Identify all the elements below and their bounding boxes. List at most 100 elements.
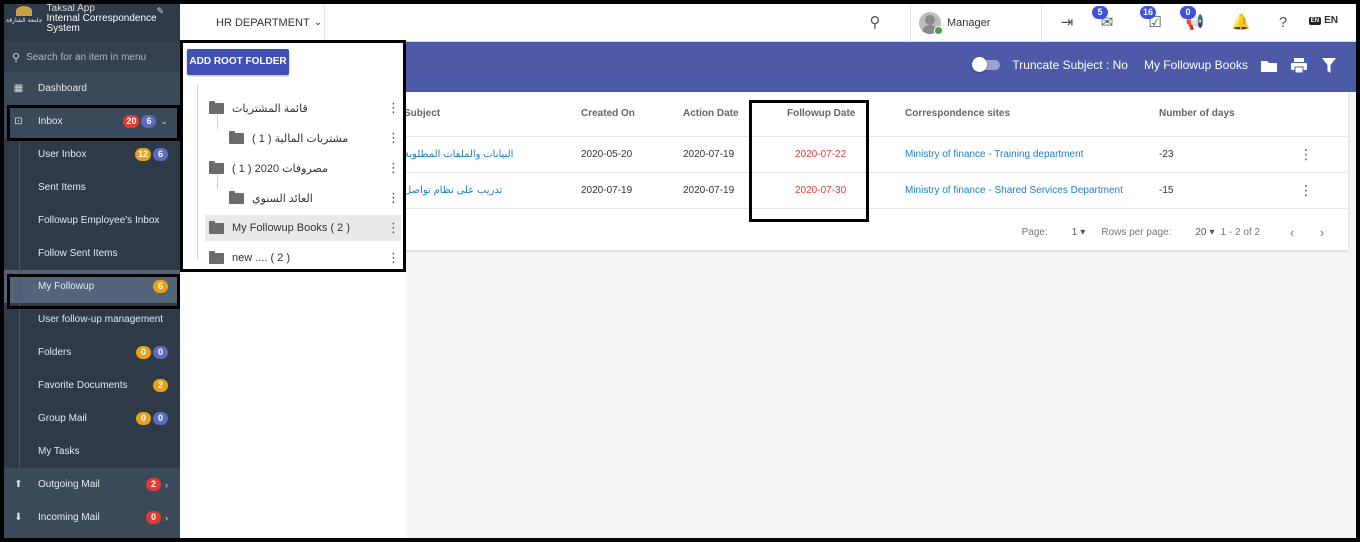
- folder-more-icon[interactable]: ⋮: [387, 130, 400, 146]
- language-selector[interactable]: EN EN: [1308, 15, 1338, 26]
- row-more-icon[interactable]: ⋮: [1299, 182, 1313, 198]
- truncate-subject-label: Truncate Subject : No: [1012, 58, 1128, 72]
- chevron-down-icon: ⌄: [313, 17, 323, 28]
- row-subject[interactable]: تدريب على نظام تواصل: [404, 172, 581, 209]
- column-header-followup-date[interactable]: Followup Date: [787, 92, 905, 137]
- folder-item[interactable]: العائد السنوي ⋮: [225, 185, 401, 211]
- folder-item[interactable]: قائمة المشتريات ⋮: [205, 95, 401, 121]
- sidebar-item-user-followup-management[interactable]: User follow-up management: [4, 303, 180, 336]
- department-selector[interactable]: HR DEPARTMENT ⌄: [216, 17, 322, 29]
- folder-more-icon[interactable]: ⋮: [387, 190, 400, 206]
- column-header-subject[interactable]: Subject: [404, 92, 581, 137]
- sidebar-item-label: Follow Sent Items: [38, 248, 118, 259]
- folder-item[interactable]: مشتريات المالية ( 1 ) ⋮: [225, 125, 401, 151]
- sidebar-item-label: Sent Items: [38, 182, 86, 193]
- page-label: Page:: [1021, 227, 1048, 238]
- column-header-created-on[interactable]: Created On: [581, 92, 683, 137]
- incoming-mail-badge: 0: [146, 511, 161, 524]
- sidebar-item-label: User follow-up management: [38, 314, 164, 325]
- sidebar-item-inbox[interactable]: ⊡ Inbox 20 6 ⌄: [4, 105, 180, 138]
- folders-count-badge: 0: [153, 346, 168, 359]
- row-correspondence-site[interactable]: Ministry of finance - Shared Services De…: [905, 172, 1159, 209]
- group-mail-badge: 0: [136, 412, 151, 425]
- rows-per-page-value: 20: [1195, 227, 1207, 238]
- sidebar-item-label: Folders: [38, 347, 72, 358]
- row-action-date: 2020-07-19: [683, 136, 787, 173]
- folder-more-icon[interactable]: ⋮: [387, 250, 400, 266]
- next-page-icon[interactable]: ›: [1314, 225, 1330, 240]
- folder-more-icon[interactable]: ⋮: [387, 160, 400, 176]
- page-range: 1 - 2 of 2: [1220, 227, 1260, 238]
- column-header-correspondence-sites[interactable]: Correspondence sites: [905, 92, 1159, 137]
- folder-item[interactable]: new .... ( 2 ) ⋮: [205, 245, 401, 271]
- sidebar-item-followup-employees-inbox[interactable]: Followup Employee's Inbox: [4, 204, 180, 237]
- outgoing-mail-icon: ⬆: [14, 479, 23, 490]
- user-menu[interactable]: Manager: [910, 4, 1042, 42]
- notification-bell-icon[interactable]: 🔔: [1230, 12, 1252, 34]
- chevron-down-icon: ⌄: [160, 116, 168, 126]
- table-row[interactable]: البيانات والملفات المطلوبة 2020-05-20 20…: [404, 136, 1348, 173]
- menu-search-placeholder: Search for an item in menu: [26, 51, 147, 63]
- sidebar-item-label: My Tasks: [38, 446, 80, 457]
- filter-icon[interactable]: [1320, 56, 1338, 74]
- caret-down-icon: ▾: [1080, 227, 1086, 238]
- user-name: Manager: [947, 17, 991, 29]
- sidebar-item-follow-sent-items[interactable]: Follow Sent Items: [4, 237, 180, 270]
- pagination: Page: 1 ▾ Rows per page: 20 ▾ 1 - 2 of 2…: [404, 215, 1348, 250]
- folder-item[interactable]: مصروفات 2020 ( 1 ) ⋮: [205, 155, 401, 181]
- sidebar-item-label: User Inbox: [38, 149, 87, 160]
- announcement-badge: 0: [1180, 6, 1196, 19]
- prev-page-icon[interactable]: ‹: [1284, 225, 1300, 240]
- group-mail-count-badge: 0: [153, 412, 168, 425]
- tasks-icon[interactable]: ☑ 16: [1140, 6, 1166, 34]
- folder-more-icon[interactable]: ⋮: [387, 220, 400, 236]
- sidebar-item-group-mail[interactable]: Group Mail 0 0: [4, 402, 180, 435]
- row-correspondence-site[interactable]: Ministry of finance - Training departmen…: [905, 136, 1159, 173]
- rows-per-page-select[interactable]: 20 ▾: [1195, 227, 1214, 238]
- folder-label: العائد السنوي: [252, 192, 313, 205]
- system-name: Internal Correspondence System: [46, 13, 157, 34]
- folder-item-my-followup-books[interactable]: My Followup Books ( 2 ) ⋮: [205, 215, 401, 241]
- sidebar-item-user-inbox[interactable]: User Inbox 12 6: [4, 138, 180, 171]
- sidebar-item-my-tasks[interactable]: My Tasks: [4, 435, 180, 468]
- menu-search-input[interactable]: ⚲ Search for an item in menu: [4, 42, 180, 72]
- followup-table: Subject Created On Action Date Followup …: [404, 92, 1348, 209]
- sidebar-item-sent-items[interactable]: Sent Items: [4, 171, 180, 204]
- row-number-of-days: -23: [1159, 136, 1299, 173]
- add-root-folder-button[interactable]: ADD ROOT FOLDER: [187, 49, 289, 75]
- truncate-subject-toggle[interactable]: [972, 57, 1001, 72]
- mail-icon[interactable]: ✉ 5: [1092, 6, 1118, 34]
- folder-label: قائمة المشتريات: [232, 102, 308, 115]
- sidebar-item-favorite-documents[interactable]: Favorite Documents 2: [4, 369, 180, 402]
- folder-more-icon[interactable]: ⋮: [387, 100, 400, 116]
- folder-label: new .... ( 2 ): [232, 252, 291, 264]
- column-header-number-of-days[interactable]: Number of days: [1159, 92, 1299, 137]
- language-label: EN: [1324, 15, 1338, 26]
- search-icon[interactable]: ⚲: [864, 12, 886, 34]
- pin-icon[interactable]: ✎: [156, 6, 164, 17]
- sidebar-item-folders[interactable]: Folders 0 0: [4, 336, 180, 369]
- row-more-icon[interactable]: ⋮: [1299, 146, 1313, 162]
- app-window: جامعة الشارقة Taksal App Internal Corres…: [4, 4, 1356, 538]
- column-header-action-date[interactable]: Action Date: [683, 92, 787, 137]
- row-followup-date: 2020-07-30: [787, 172, 905, 209]
- folder-icon[interactable]: [1260, 56, 1278, 74]
- top-bar: HR DEPARTMENT ⌄ ⚲ Manager ⇥ ✉ 5 ☑ 16 📢 0 🔔 …: [180, 4, 1356, 42]
- logo-text: جامعة الشارقة: [6, 17, 43, 24]
- announcement-icon[interactable]: 📢 0: [1180, 6, 1206, 34]
- print-icon[interactable]: [1290, 56, 1308, 74]
- table-row[interactable]: تدريب على نظام تواصل 2020-07-19 2020-07-…: [404, 172, 1348, 209]
- row-subject[interactable]: البيانات والملفات المطلوبة: [404, 136, 581, 173]
- sidebar-item-my-followup[interactable]: My Followup 6: [4, 270, 180, 303]
- help-icon[interactable]: ?: [1272, 12, 1294, 34]
- tree-line: [197, 85, 198, 259]
- followup-books-label[interactable]: My Followup Books: [1144, 58, 1248, 72]
- sidebar-item-outgoing-mail[interactable]: ⬆ Outgoing Mail 2 ›: [4, 468, 180, 501]
- sidebar-item-dashboard[interactable]: ▦ Dashboard: [4, 72, 180, 105]
- online-status-icon: [934, 26, 943, 35]
- page-select[interactable]: 1 ▾: [1072, 227, 1086, 238]
- logout-icon[interactable]: ⇥: [1056, 12, 1078, 34]
- sidebar-item-incoming-mail[interactable]: ⬇ Incoming Mail 0 ›: [4, 501, 180, 534]
- favorites-badge: 2: [153, 379, 168, 392]
- page-value: 1: [1071, 227, 1078, 238]
